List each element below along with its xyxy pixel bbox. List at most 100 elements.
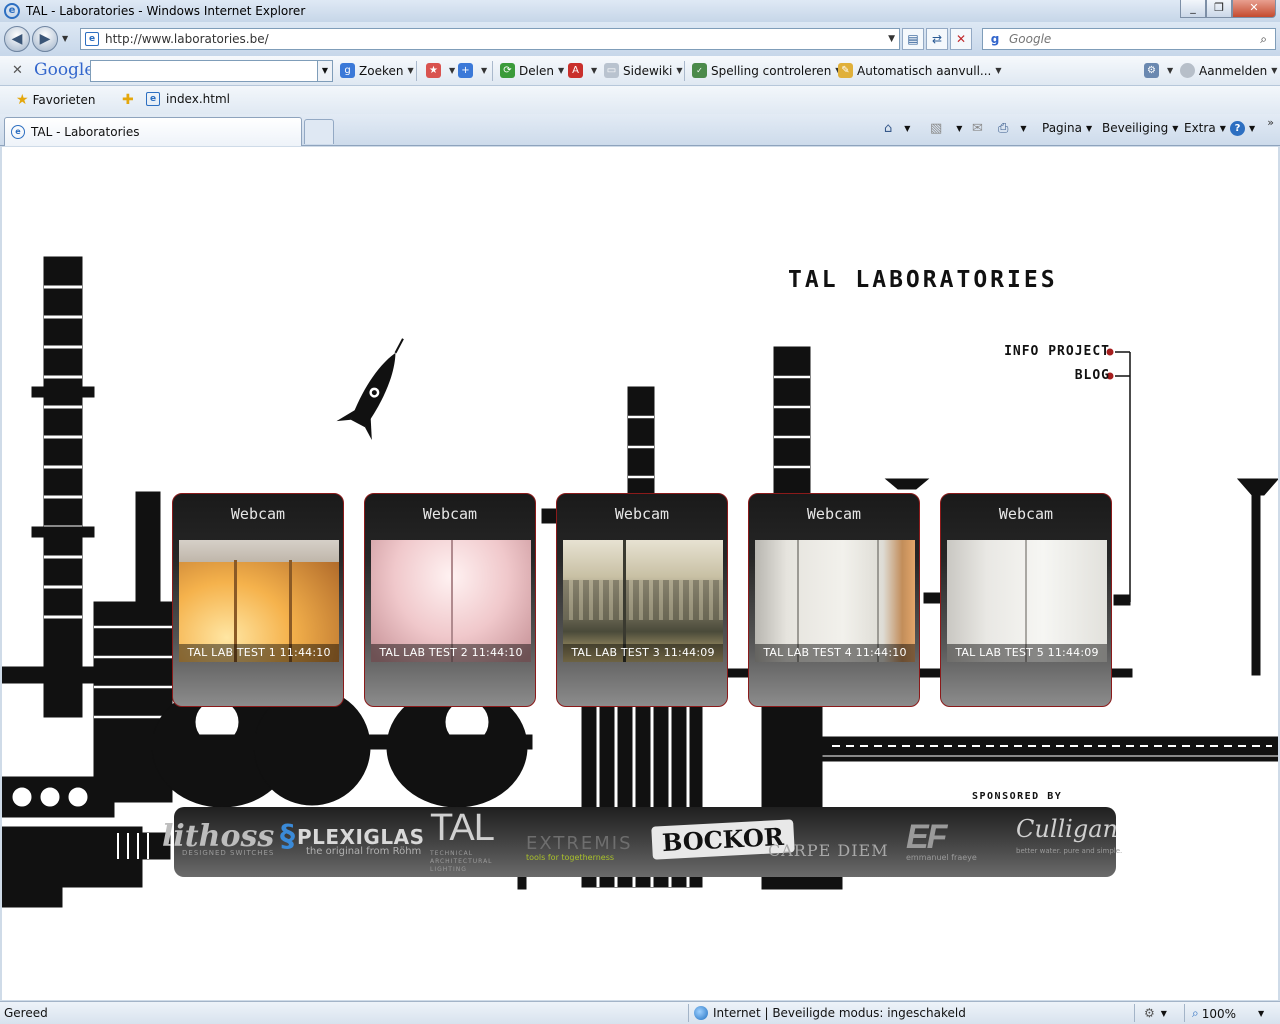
compat-icon: ▤ bbox=[907, 32, 919, 46]
webcam-card-5[interactable]: Webcam TAL LAB TEST 5 11:44:09 bbox=[940, 493, 1112, 707]
extremis-subtitle: tools for togetherness bbox=[526, 853, 615, 862]
pagina-menu[interactable]: Pagina ▼ bbox=[1042, 121, 1092, 135]
webcam-caption: TAL LAB TEST 5 11:44:09 bbox=[947, 644, 1107, 662]
webcam-card-4[interactable]: Webcam TAL LAB TEST 4 11:44:10 bbox=[748, 493, 920, 707]
help-icon: ? bbox=[1230, 121, 1245, 136]
delen-dropdown-icon: ▼ bbox=[557, 66, 565, 75]
aanmelden-button[interactable]: Aanmelden ▼ bbox=[1180, 63, 1277, 78]
sidewiki-icon: ▭ bbox=[604, 63, 619, 78]
minimize-button[interactable]: _ bbox=[1180, 0, 1206, 18]
title-bar: e TAL - Laboratories - Windows Internet … bbox=[0, 0, 1280, 22]
more-commands-icon[interactable]: » bbox=[1267, 116, 1274, 129]
print-dropdown-icon: ▼ bbox=[1020, 124, 1027, 133]
sponsor-lithoss[interactable]: lithoss DESIGNED SWITCHES bbox=[162, 819, 274, 857]
plus-icon: + bbox=[458, 63, 473, 78]
tal-logo-text: TAL bbox=[430, 807, 495, 849]
ie-logo-icon: e bbox=[4, 3, 20, 19]
stop-icon: ✕ bbox=[955, 32, 967, 46]
favorites-star-icon: ★ bbox=[16, 92, 29, 108]
sponsor-plexiglas[interactable]: § PLEXIGLAS the original from Röhm bbox=[280, 819, 424, 857]
security-zone[interactable]: Internet | Beveiligde modus: ingeschakel… bbox=[694, 1006, 966, 1020]
home-button[interactable]: ⌂ ▼ bbox=[884, 121, 910, 136]
address-bar: ◀ ▶ ▼ e http://www.laboratories.be/ ▼ ▤ … bbox=[0, 22, 1280, 56]
nav-link-info-project[interactable]: INFO PROJECT bbox=[1004, 344, 1110, 359]
status-bar: Gereed Internet | Beveiligde modus: inge… bbox=[0, 1001, 1280, 1024]
sponsor-extremis[interactable]: EXTREMIS tools for togetherness bbox=[526, 833, 633, 862]
extra-menu[interactable]: Extra ▼ bbox=[1184, 121, 1226, 135]
protected-mode-button[interactable]: ⚙ ▼ bbox=[1144, 1006, 1167, 1020]
stop-button[interactable]: ✕ bbox=[950, 28, 972, 50]
zoeken-button[interactable]: g Zoeken ▼ bbox=[340, 63, 414, 78]
webcam-card-3[interactable]: Webcam TAL LAB TEST 3 11:44:09 bbox=[556, 493, 728, 707]
maximize-button[interactable]: ❐ bbox=[1206, 0, 1232, 18]
google-input-dropdown-icon[interactable]: ▼ bbox=[317, 60, 333, 82]
add-dropdown-icon: ▼ bbox=[481, 66, 488, 75]
back-button[interactable]: ◀ bbox=[4, 26, 30, 52]
sponsor-culligan[interactable]: Culligan better water. pure and simple. bbox=[1016, 815, 1122, 855]
url-field[interactable]: e http://www.laboratories.be/ ▼ bbox=[80, 28, 900, 50]
close-toolbar-icon[interactable]: ✕ bbox=[12, 63, 23, 78]
sidewiki-label: Sidewiki bbox=[623, 63, 673, 78]
webcam-title: Webcam bbox=[998, 505, 1054, 523]
compatibility-view-button[interactable]: ▤ bbox=[902, 28, 924, 50]
google-logo[interactable]: Google bbox=[34, 60, 94, 80]
zoom-dropdown-icon: ▼ bbox=[1258, 1009, 1265, 1018]
sidewiki-button[interactable]: ▭ Sidewiki ▼ bbox=[604, 63, 683, 78]
bookmarks-button[interactable]: ★ ▼ bbox=[426, 63, 455, 78]
zoom-level: 100% bbox=[1201, 1006, 1237, 1021]
protected-mode-dropdown-icon: ▼ bbox=[1160, 1008, 1167, 1018]
history-dropdown-icon[interactable]: ▼ bbox=[62, 34, 68, 43]
spelling-button[interactable]: ✓ Spelling controleren▼ bbox=[692, 63, 841, 78]
pagina-dropdown-icon: ▼ bbox=[1085, 123, 1093, 133]
google-toolbar-input[interactable] bbox=[90, 60, 318, 82]
status-divider bbox=[688, 1004, 689, 1022]
webcam-card-2[interactable]: Webcam TAL LAB TEST 2 11:44:10 bbox=[364, 493, 536, 707]
add-button[interactable]: + ▼ bbox=[458, 63, 487, 78]
sponsor-emmanuel-fraeye[interactable]: EF emmanuel fraeye bbox=[906, 820, 977, 862]
spelling-label: Spelling controleren bbox=[711, 63, 832, 78]
feeds-button[interactable]: ▧ ▼ bbox=[930, 121, 962, 136]
extra-dropdown-icon: ▼ bbox=[1219, 123, 1226, 133]
search-box[interactable]: g ⌕ bbox=[982, 28, 1276, 50]
new-tab-button[interactable] bbox=[304, 119, 334, 144]
delen-button[interactable]: ⟳ Delen ▼ bbox=[500, 63, 564, 78]
beveiliging-menu[interactable]: Beveiliging ▼ bbox=[1102, 121, 1178, 135]
forward-button[interactable]: ▶ bbox=[32, 26, 58, 52]
home-icon: ⌂ bbox=[884, 121, 893, 136]
webcam-card-1[interactable]: Webcam TAL LAB TEST 1 11:44:10 bbox=[172, 493, 344, 707]
url-dropdown-icon[interactable]: ▼ bbox=[888, 34, 895, 44]
favorites-bar: ★ Favorieten ✚ e index.html bbox=[0, 86, 1280, 114]
autofill-button[interactable]: ✎ Automatisch aanvull... ▼ bbox=[838, 63, 1002, 78]
tab-tal-laboratories[interactable]: e TAL - Laboratories bbox=[4, 117, 302, 146]
print-button[interactable]: ⎙ ▼ bbox=[998, 121, 1027, 136]
sponsor-carpe-diem[interactable]: CARPE DIEM bbox=[768, 841, 889, 860]
printer-icon: ⎙ bbox=[998, 121, 1009, 136]
close-window-button[interactable]: ✕ bbox=[1232, 0, 1276, 18]
page-icon: e bbox=[85, 32, 99, 46]
tab-label: TAL - Laboratories bbox=[31, 125, 140, 139]
page-icon: e bbox=[146, 92, 160, 106]
settings-button[interactable]: ⚙ ▼ bbox=[1144, 63, 1173, 78]
favorite-link-index[interactable]: e index.html bbox=[146, 92, 230, 106]
window-controls: _ ❐ ✕ bbox=[1180, 0, 1276, 18]
search-magnifier-icon[interactable]: ⌕ bbox=[1260, 32, 1267, 47]
help-button[interactable]: ? ▼ bbox=[1230, 121, 1255, 136]
mail-button[interactable]: ✉ bbox=[972, 121, 983, 136]
culligan-logo-text: Culligan bbox=[1016, 815, 1118, 843]
rocket-illustration bbox=[336, 338, 404, 440]
add-to-favorites-button[interactable]: ✚ bbox=[122, 92, 138, 108]
delen-label: Delen bbox=[519, 63, 554, 78]
feeds-dropdown-icon: ▼ bbox=[956, 124, 963, 133]
beveiliging-label: Beveiliging bbox=[1102, 121, 1169, 135]
translate-button[interactable]: A ▼ bbox=[568, 63, 597, 78]
plexiglas-logo-text: PLEXIGLAS bbox=[297, 824, 425, 849]
favorites-button[interactable]: ★ Favorieten bbox=[16, 92, 96, 108]
globe-icon bbox=[694, 1006, 708, 1020]
nav-link-blog[interactable]: BLOG bbox=[1075, 368, 1110, 383]
refresh-button[interactable]: ⇄ bbox=[926, 28, 948, 50]
webcam-caption: TAL LAB TEST 3 11:44:09 bbox=[563, 644, 723, 662]
search-input[interactable] bbox=[1009, 32, 1249, 46]
sponsor-tal[interactable]: TAL TECHNICAL ARCHITECTURAL LIGHTING bbox=[430, 807, 495, 874]
zoom-control[interactable]: ⌕ 100% ▼ bbox=[1192, 1006, 1264, 1021]
page-viewport: TAL LABORATORIES INFO PROJECT BLOG Webca… bbox=[2, 147, 1278, 1000]
